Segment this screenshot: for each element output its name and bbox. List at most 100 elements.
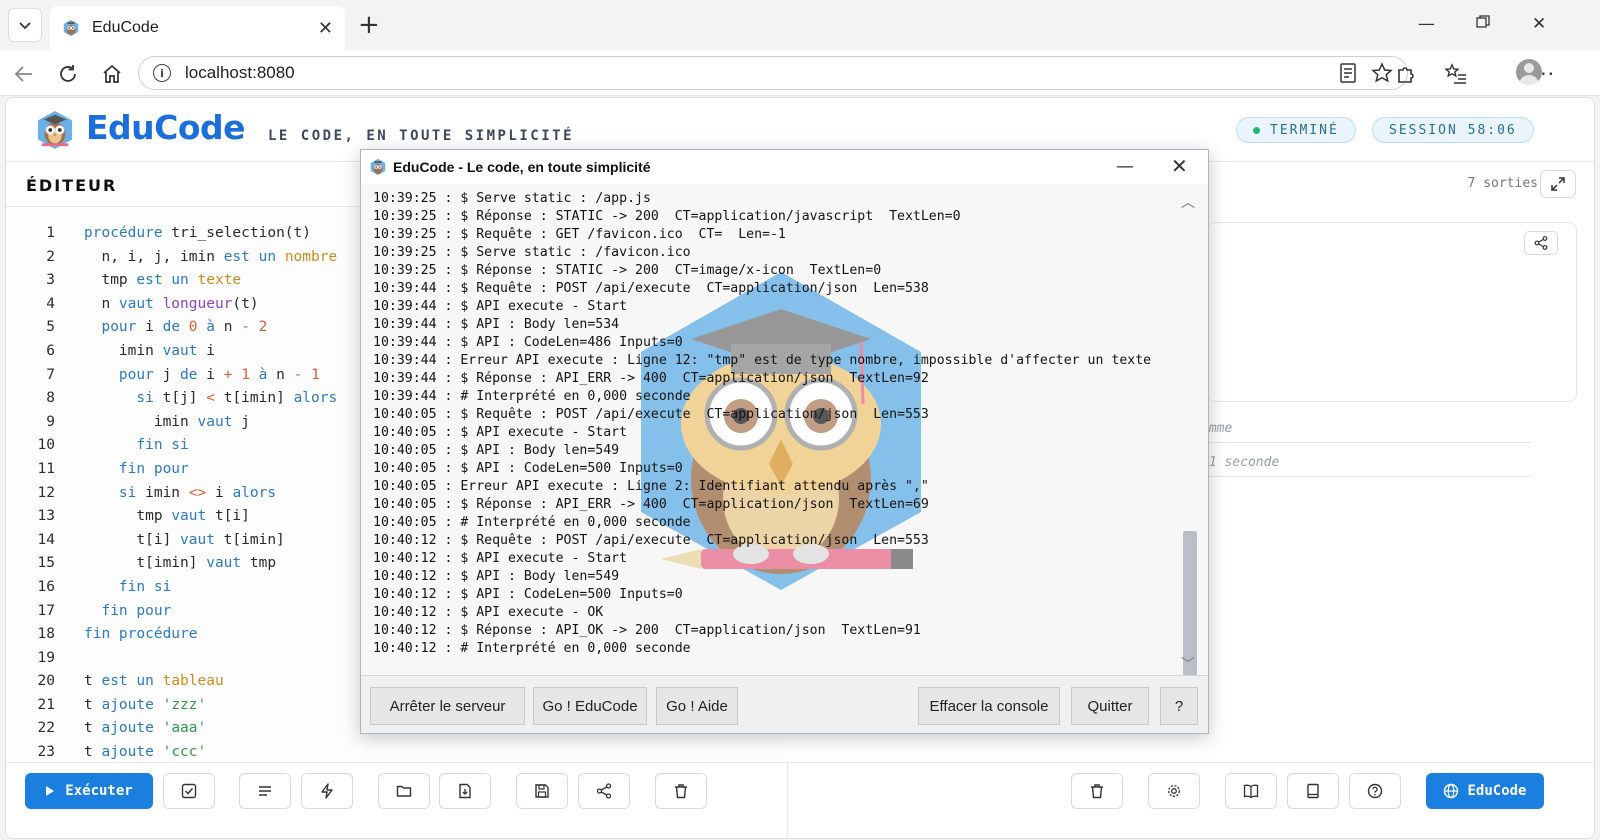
open-folder-button[interactable] [378,773,430,809]
favorites-list-icon[interactable] [1442,60,1470,88]
window-close-icon[interactable]: ✕ [1171,154,1188,178]
expand-button[interactable] [1540,170,1576,198]
go-help-button[interactable]: Go ! Aide [656,687,738,725]
status-dot-icon [1253,126,1260,134]
line-number: 4 [46,295,55,312]
toolbar-divider [787,763,788,838]
educode-button[interactable]: EduCode [1426,773,1544,809]
browser-tab-bar: EduCode ✕ + — ✕ [0,0,1600,50]
back-arrow-icon[interactable] [10,60,38,88]
folder-icon [396,785,412,797]
line-number: 14 [37,531,55,548]
status-badge-label: TERMINÉ [1270,122,1339,138]
restore-window-icon[interactable] [1476,14,1490,34]
console-line: 10:39:25 : $ Serve static : /favicon.ico [373,245,691,260]
favorite-star-icon[interactable] [1371,62,1393,84]
line-number: 17 [37,602,55,619]
reader-mode-icon[interactable] [1339,63,1357,83]
console-line: 10:40:12 : $ API execute - OK [373,605,604,620]
notebook-button[interactable] [1287,773,1339,809]
reload-icon[interactable] [54,60,82,88]
console-line: 10:40:12 : $ Réponse : API_OK -> 200 CT=… [373,623,921,638]
check-icon [181,783,197,799]
editor-title: ÉDITEUR [26,176,118,195]
help-question-button[interactable]: ? [1160,687,1198,725]
app-brand: EduCode [86,108,246,147]
line-number: 18 [37,626,55,643]
format-icon [259,786,271,796]
line-number: 1 [46,225,55,241]
help-button[interactable] [1349,773,1401,809]
line-number: 10 [37,437,55,454]
check-button[interactable] [163,773,215,809]
server-console-window: EduCode - Le code, en toute simplicité —… [360,149,1209,734]
console-line: 10:39:44 : Erreur API execute : Ligne 12… [373,353,1152,368]
owl-logo-icon [37,111,73,149]
settings-button[interactable] [1148,773,1200,809]
close-window-icon[interactable]: ✕ [1532,14,1546,34]
educode-button-label: EduCode [1467,783,1527,799]
line-number: 12 [37,484,55,501]
scroll-down-arrow-icon[interactable]: ﹀ [1181,654,1195,674]
tab-list-dropdown[interactable] [8,8,42,42]
line-number: 9 [46,413,55,430]
format-button[interactable] [239,773,291,809]
line-number: 3 [46,272,55,289]
save-button[interactable] [516,773,568,809]
line-number: 7 [46,366,55,383]
output-line: amme [1201,421,1531,443]
file-import-icon [459,783,471,799]
console-line: 10:40:05 : Erreur API execute : Ligne 2:… [373,479,929,494]
window-title-bar[interactable]: EduCode - Le code, en toute simplicité —… [361,150,1208,184]
browser-tab[interactable]: EduCode ✕ [50,6,345,50]
chevron-down-icon [19,22,31,30]
line-number: 19 [37,649,55,666]
console-line: 10:39:44 : $ API : Body len=534 [373,317,620,332]
profile-avatar[interactable] [1516,59,1542,85]
line-number: 8 [46,390,55,407]
url-bar[interactable]: i localhost:8080 [138,56,1408,90]
console-line: 10:39:44 : $ Réponse : API_ERR -> 400 CT… [373,371,929,386]
scroll-up-arrow-icon[interactable]: ︿ [1181,192,1195,212]
line-number: 15 [37,555,55,572]
quit-button[interactable]: Quitter [1071,687,1149,725]
quick-run-button[interactable] [301,773,353,809]
notebook-icon [1307,783,1319,799]
stop-server-button[interactable]: Arrêter le serveur [370,687,525,725]
console-line: 10:40:05 : $ Requête : POST /api/execute… [373,407,929,422]
window-title: EduCode - Le code, en toute simplicité [393,159,651,175]
line-number: 22 [37,720,55,737]
console-line: 10:39:25 : $ Réponse : STATIC -> 200 CT=… [373,263,882,278]
session-badge: SESSION 58:06 [1372,117,1534,143]
site-info-icon[interactable]: i [153,64,171,82]
minimize-window-icon[interactable]: — [1418,14,1435,34]
line-number: 21 [37,696,55,713]
session-badge-label: SESSION 58:06 [1389,122,1517,138]
go-educode-button[interactable]: Go ! EduCode [533,687,647,725]
delete-code-button[interactable] [655,773,707,809]
close-tab-icon[interactable]: ✕ [318,18,333,39]
play-icon [46,786,55,796]
documentation-button[interactable] [1225,773,1277,809]
console-line: 10:39:44 : $ API execute - Start [373,299,628,314]
run-button[interactable]: Exécuter [25,773,153,809]
console-line: 10:40:05 : $ API : Body len=549 [373,443,620,458]
line-number: 11 [37,460,55,477]
share-button[interactable] [578,773,630,809]
clear-console-button[interactable]: Effacer la console [918,687,1060,725]
extensions-puzzle-icon[interactable] [1392,60,1420,88]
share-output-button[interactable] [1524,231,1558,255]
window-minimize-icon[interactable]: — [1116,156,1134,177]
console-line: 10:39:25 : $ Serve static : /app.js [373,191,651,206]
home-icon[interactable] [98,60,126,88]
output-count: 7 sorties [1467,176,1538,191]
clear-output-button[interactable] [1071,773,1123,809]
import-file-button[interactable] [439,773,491,809]
console-line: 10:39:44 : $ Requête : POST /api/execute… [373,281,929,296]
url-text[interactable]: localhost:8080 [185,63,1325,83]
console-line: 10:39:25 : $ Requête : GET /favicon.ico … [373,227,786,242]
new-tab-icon[interactable]: + [358,12,380,38]
console-output[interactable]: 10:39:25 : $ Serve static : /app.js 10:39… [361,184,1208,676]
line-number: 20 [37,673,55,690]
console-line: 10:39:25 : $ Réponse : STATIC -> 200 CT=… [373,209,961,224]
